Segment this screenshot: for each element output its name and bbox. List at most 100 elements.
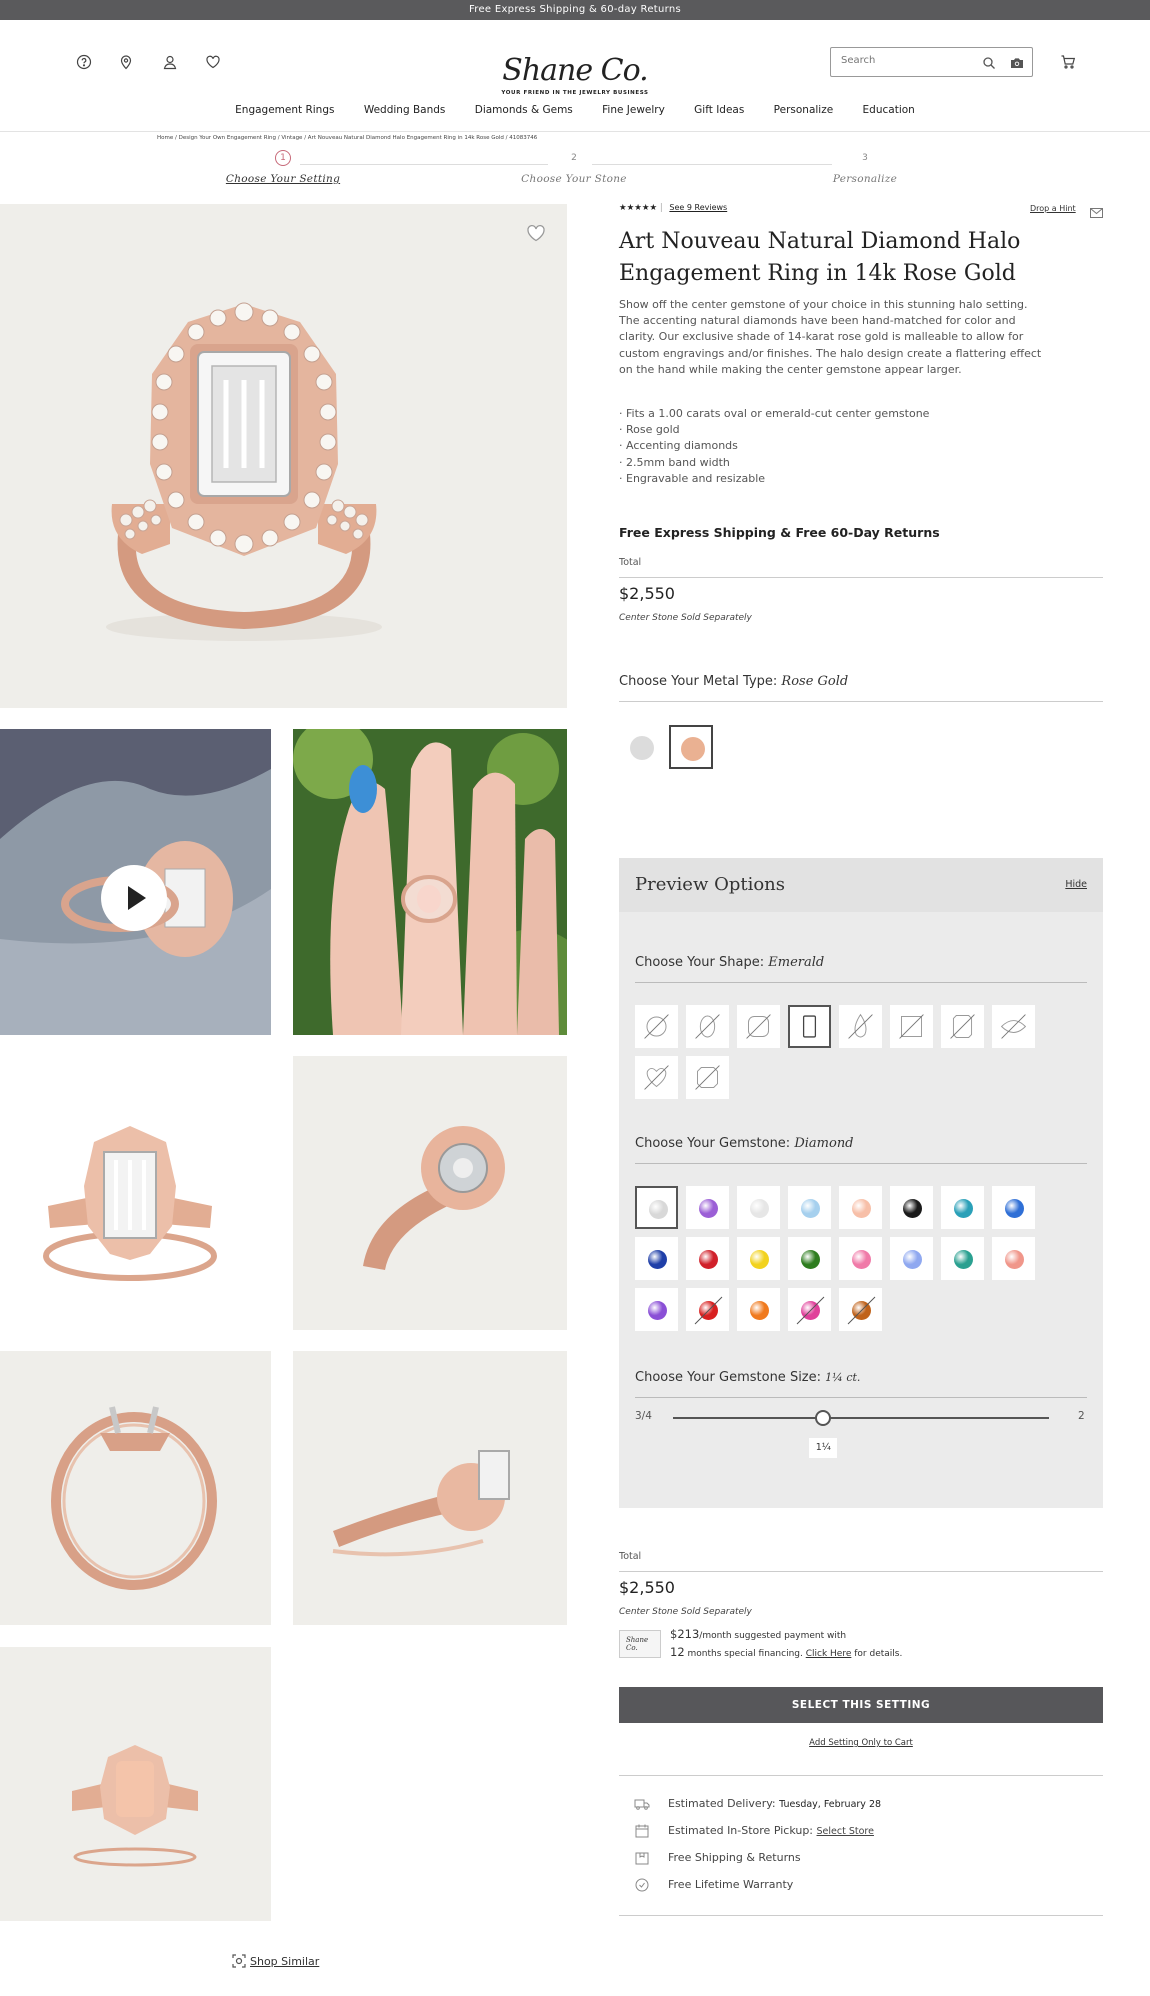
- gem-swatch: [801, 1250, 820, 1269]
- step-choose-setting[interactable]: 1 Choose Your Setting: [213, 150, 353, 185]
- account-icon[interactable]: [162, 54, 178, 70]
- help-icon[interactable]: [76, 54, 92, 70]
- play-button[interactable]: [101, 865, 167, 931]
- feature-item: · 2.5mm band width: [619, 455, 730, 469]
- princess-shape-icon: [899, 1014, 924, 1039]
- metal-swatch: [681, 737, 705, 761]
- shield-check-icon: [634, 1877, 650, 1893]
- visual-search-icon: [232, 1954, 246, 1968]
- gem-peach[interactable]: [839, 1186, 882, 1229]
- nav-gift-ideas[interactable]: Gift Ideas: [694, 104, 744, 116]
- gem-coral[interactable]: [992, 1237, 1035, 1280]
- promo-banner: Free Express Shipping & 60-day Returns: [0, 0, 1150, 20]
- hand-photo[interactable]: [293, 729, 567, 1035]
- nav-fine-jewelry[interactable]: Fine Jewelry: [602, 104, 665, 116]
- shape-round[interactable]: [635, 1005, 678, 1048]
- shape-asscher[interactable]: [686, 1056, 729, 1099]
- gem-ruby[interactable]: [686, 1288, 729, 1331]
- gem-black[interactable]: [890, 1186, 933, 1229]
- divider: [619, 701, 1103, 702]
- gem-purple[interactable]: [686, 1186, 729, 1229]
- shape-marquise[interactable]: [992, 1005, 1035, 1048]
- gem-white[interactable]: [737, 1186, 780, 1229]
- gem-swatch: [649, 1200, 668, 1219]
- rating-stars: ★★★★★: [619, 203, 658, 213]
- finance-line-2: 12 months special financing. Click Here …: [670, 1645, 902, 1659]
- search-input[interactable]: [841, 55, 971, 66]
- logo[interactable]: Shane Co. YOUR FRIEND IN THE JEWELRY BUS…: [490, 54, 660, 97]
- camera-icon[interactable]: [1010, 56, 1024, 70]
- nav-personalize[interactable]: Personalize: [774, 104, 834, 116]
- gem-orange[interactable]: [737, 1288, 780, 1331]
- metal-type-label: Choose Your Metal Type: Rose Gold: [619, 674, 848, 689]
- metal-label-text: Choose Your Metal Type:: [619, 674, 778, 689]
- shop-similar-link[interactable]: Shop Similar: [232, 1954, 319, 1968]
- gemstone-label: Choose Your Gemstone: Diamond: [635, 1136, 854, 1151]
- breadcrumb[interactable]: Home / Design Your Own Engagement Ring /…: [157, 135, 537, 141]
- main-product-image[interactable]: [0, 204, 567, 708]
- gem-hot-pink[interactable]: [788, 1288, 831, 1331]
- gem-violet[interactable]: [635, 1288, 678, 1331]
- ring-front-image[interactable]: [0, 1056, 271, 1330]
- ring-profile-image[interactable]: [0, 1351, 271, 1625]
- select-store-link[interactable]: Select Store: [817, 1826, 874, 1837]
- oval-shape-icon: [695, 1014, 720, 1039]
- gem-swatch: [699, 1250, 718, 1269]
- search-box[interactable]: [830, 47, 1033, 77]
- select-setting-button[interactable]: SELECT THIS SETTING: [619, 1687, 1103, 1723]
- unavailable-slash-icon: [847, 1296, 876, 1325]
- gem-yellow[interactable]: [737, 1237, 780, 1280]
- nav-wedding-bands[interactable]: Wedding Bands: [364, 104, 446, 116]
- gem-size-slider[interactable]: 3/4 2 1¼: [635, 1408, 1087, 1468]
- gem-sea-green[interactable]: [941, 1237, 984, 1280]
- shape-pear[interactable]: [839, 1005, 882, 1048]
- gem-cognac[interactable]: [839, 1288, 882, 1331]
- shape-heart[interactable]: [635, 1056, 678, 1099]
- gem-green[interactable]: [788, 1237, 831, 1280]
- months-count: 12: [670, 1645, 685, 1659]
- location-icon[interactable]: [118, 54, 134, 70]
- marquise-shape-icon: [1000, 1014, 1027, 1039]
- wishlist-heart-icon[interactable]: [526, 224, 546, 242]
- shape-oval[interactable]: [686, 1005, 729, 1048]
- ring-side-image[interactable]: [293, 1351, 567, 1625]
- slider-min: 3/4: [635, 1410, 652, 1422]
- gem-periwinkle[interactable]: [890, 1237, 933, 1280]
- search-icon[interactable]: [982, 56, 996, 70]
- main-nav: Engagement Rings Wedding Bands Diamonds …: [0, 104, 1150, 116]
- step-personalize[interactable]: 3 Personalize: [795, 150, 935, 185]
- envelope-icon[interactable]: [1090, 203, 1103, 218]
- gem-diamond[interactable]: [635, 1186, 678, 1229]
- metal-option-white-gold[interactable]: [619, 725, 663, 769]
- step-choose-stone[interactable]: 2 Choose Your Stone: [504, 150, 644, 185]
- click-here-link[interactable]: Click Here: [806, 1649, 852, 1659]
- gem-teal[interactable]: [941, 1186, 984, 1229]
- gem-light-blue[interactable]: [788, 1186, 831, 1229]
- shape-selected: Emerald: [768, 955, 825, 970]
- ring-angle-image[interactable]: [293, 1056, 567, 1330]
- heart-icon[interactable]: [205, 54, 221, 70]
- nav-education[interactable]: Education: [863, 104, 915, 116]
- nav-diamonds-gems[interactable]: Diamonds & Gems: [475, 104, 573, 116]
- drop-a-hint-link[interactable]: Drop a Hint: [1030, 204, 1076, 213]
- slider-handle[interactable]: [815, 1410, 832, 1426]
- gem-dark-blue[interactable]: [635, 1237, 678, 1280]
- cart-icon[interactable]: [1060, 54, 1076, 70]
- gem-pink[interactable]: [839, 1237, 882, 1280]
- slider-track[interactable]: [673, 1417, 1049, 1419]
- ring-peach-stone-image[interactable]: [0, 1647, 271, 1921]
- gem-blue[interactable]: [992, 1186, 1035, 1229]
- shape-radiant[interactable]: [941, 1005, 984, 1048]
- pear-shape-icon: [848, 1013, 873, 1039]
- add-to-cart-link[interactable]: Add Setting Only to Cart: [619, 1738, 1103, 1748]
- gem-red[interactable]: [686, 1237, 729, 1280]
- hide-link[interactable]: Hide: [1065, 879, 1087, 890]
- reviews-link[interactable]: See 9 Reviews: [669, 203, 727, 212]
- feature-item: · Engravable and resizable: [619, 471, 766, 485]
- nav-engagement-rings[interactable]: Engagement Rings: [235, 104, 334, 116]
- gem-swatch: [954, 1199, 973, 1218]
- metal-option-rose-gold[interactable]: [669, 725, 713, 769]
- shape-princess[interactable]: [890, 1005, 933, 1048]
- shape-emerald[interactable]: [788, 1005, 831, 1048]
- shape-cushion[interactable]: [737, 1005, 780, 1048]
